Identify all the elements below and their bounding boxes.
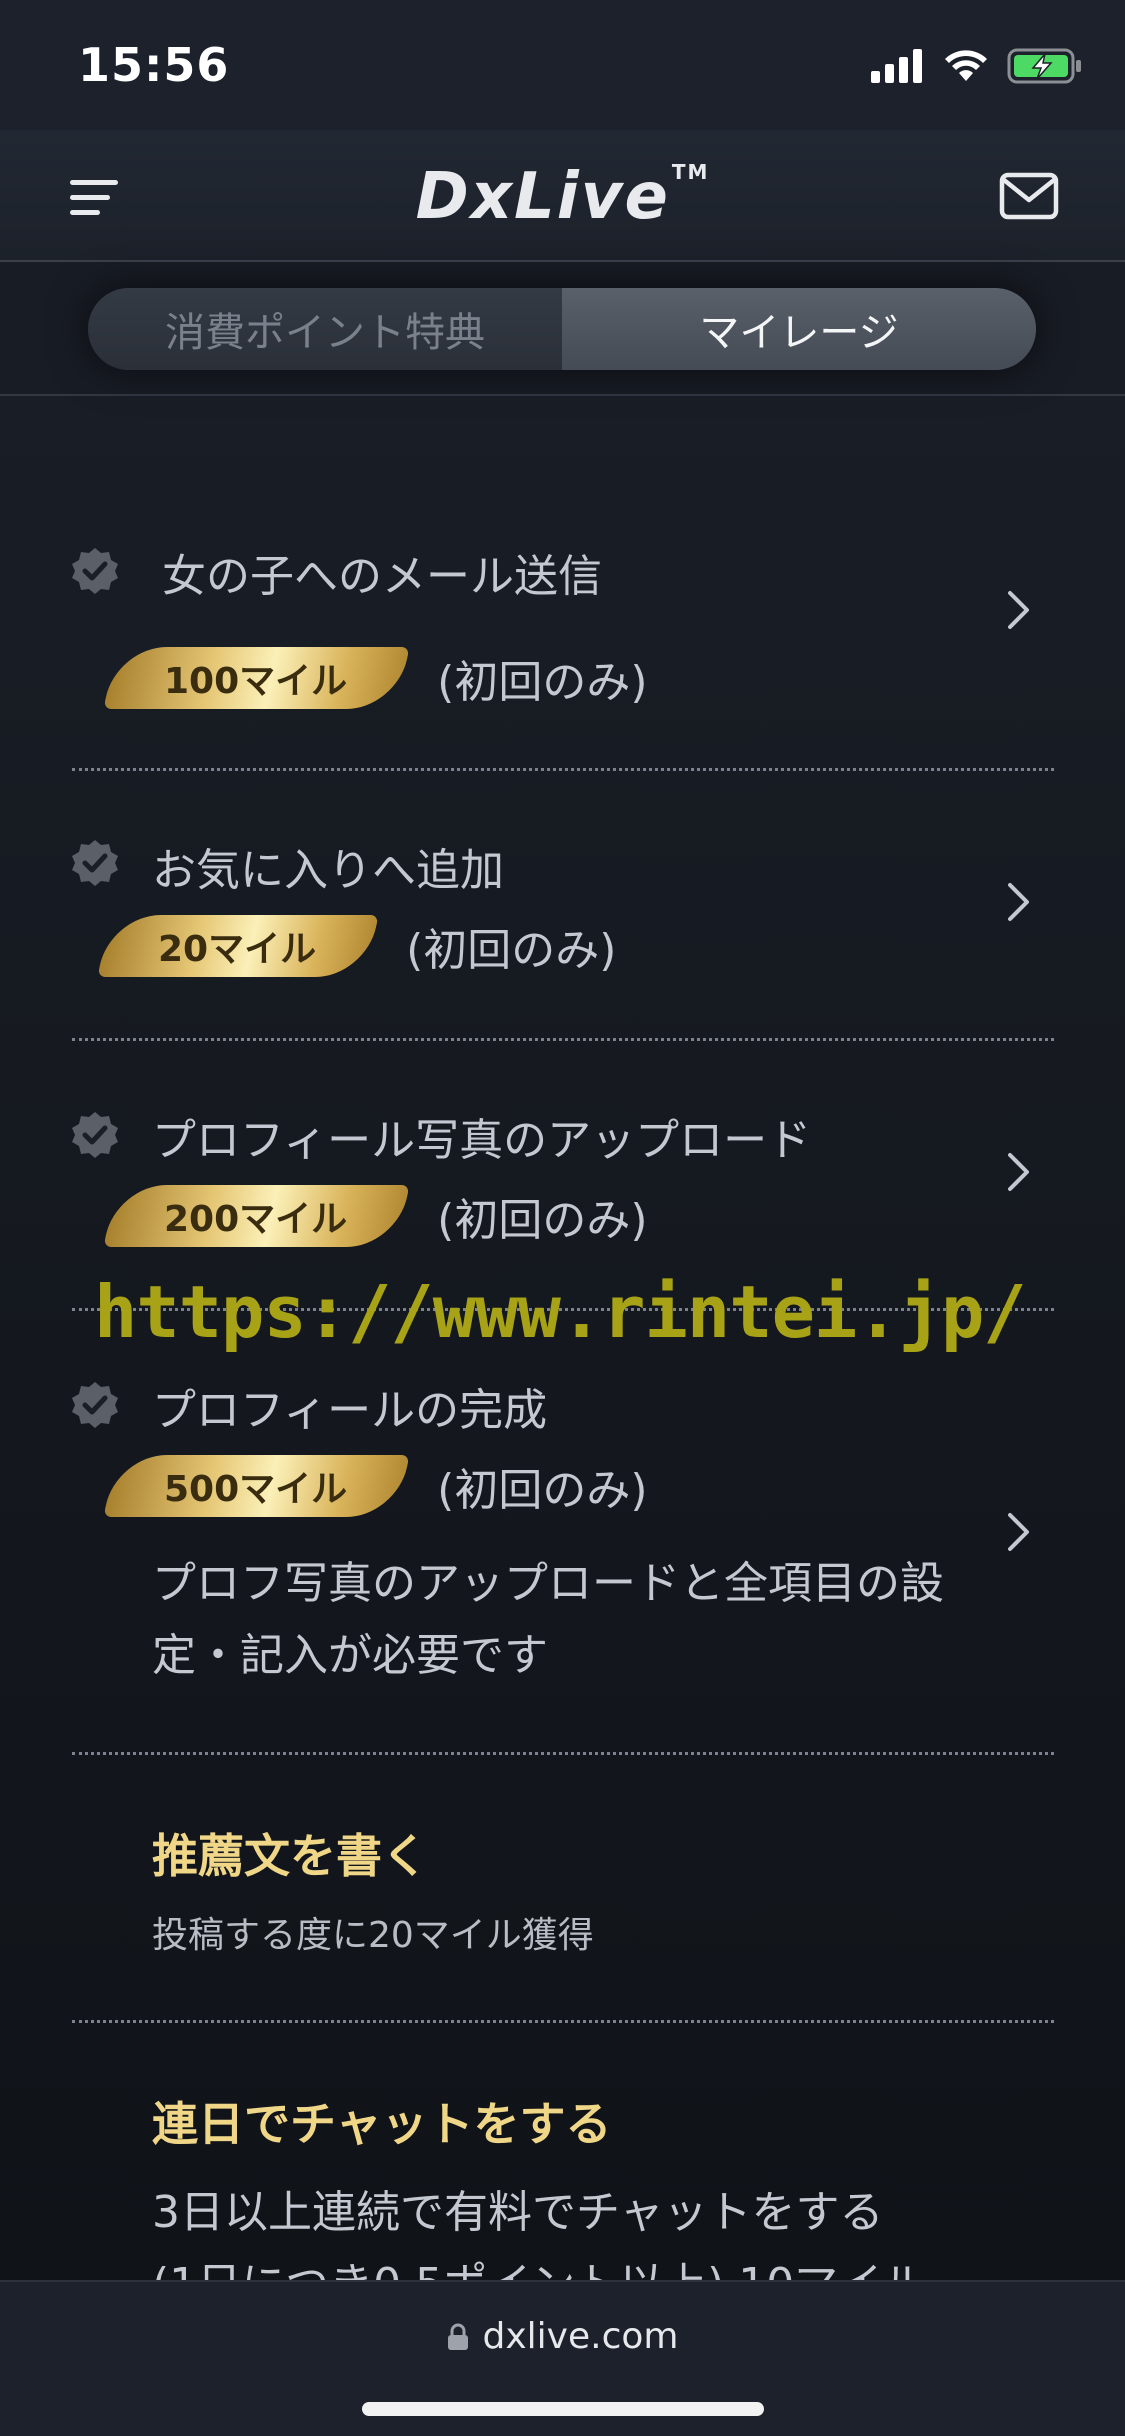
screen: 15:56 DxLive TM 消費ポイント特典 マイレージ 女の子へのメール送… bbox=[0, 0, 1125, 2436]
battery-charging-icon bbox=[1007, 48, 1081, 84]
chevron-right-icon bbox=[1008, 1153, 1029, 1191]
logo-trademark: TM bbox=[671, 160, 710, 184]
badge-note: (初回のみ) bbox=[406, 925, 617, 976]
chevron-right-icon bbox=[1008, 591, 1029, 629]
mileage-badge: 20マイル bbox=[97, 915, 379, 977]
home-indicator[interactable] bbox=[362, 2402, 764, 2416]
logo-text: DxLive bbox=[415, 160, 670, 234]
list-item-favorite[interactable]: お気に入りへ追加 20マイル (初回のみ) bbox=[70, 838, 1055, 988]
list-item-photo-upload[interactable]: プロフィール写真のアップロード 200マイル (初回のみ) bbox=[70, 1110, 1055, 1260]
browser-bar: dxlive.com bbox=[0, 2280, 1125, 2436]
check-badge-icon bbox=[72, 1112, 118, 1158]
divider bbox=[72, 768, 1054, 771]
tabs-container: 消費ポイント特典 マイレージ bbox=[0, 262, 1125, 396]
mail-icon[interactable] bbox=[999, 172, 1059, 220]
url-text: dxlive.com bbox=[482, 2316, 679, 2357]
badge-note: (初回のみ) bbox=[437, 1195, 648, 1246]
mileage-badge-row: 20マイル (初回のみ) bbox=[97, 914, 617, 978]
mileage-badge-row: 200マイル (初回のみ) bbox=[103, 1184, 648, 1248]
consecutive-title: 連日でチャットをする bbox=[152, 2097, 612, 2151]
mileage-badge: 100マイル bbox=[103, 647, 410, 709]
item-title: 女の子へのメール送信 bbox=[162, 551, 602, 602]
consecutive-line-1: 3日以上連続で有料でチャットをする bbox=[152, 2187, 884, 2238]
tab-mileage[interactable]: マイレージ bbox=[562, 288, 1036, 370]
watermark-text: https://www.rintei.jp/ bbox=[94, 1270, 1027, 1354]
check-badge-icon bbox=[72, 1382, 118, 1428]
url-bar[interactable]: dxlive.com bbox=[0, 2316, 1125, 2357]
divider bbox=[72, 2020, 1054, 2023]
badge-note: (初回のみ) bbox=[437, 1465, 648, 1516]
item-description: プロフ写真のアップロードと全項目の設定・記入が必要です bbox=[152, 1558, 944, 1681]
chevron-right-icon bbox=[1008, 883, 1029, 921]
list-item-consecutive-chat[interactable]: 連日でチャットをする 3日以上連続で有料でチャットをする (1日につき0.5ポイ… bbox=[70, 2088, 1055, 2310]
dxlive-logo[interactable]: DxLive TM bbox=[0, 160, 1125, 234]
mileage-badge-row: 500マイル (初回のみ) bbox=[103, 1454, 648, 1518]
recommend-subtitle: 投稿する度に20マイル獲得 bbox=[152, 1915, 594, 1956]
recommend-title: 推薦文を書く bbox=[152, 1829, 428, 1883]
item-title: プロフィール写真のアップロード bbox=[152, 1115, 812, 1166]
badge-note: (初回のみ) bbox=[437, 657, 648, 708]
divider bbox=[72, 1752, 1054, 1755]
lock-icon bbox=[447, 2323, 468, 2350]
signal-icon bbox=[871, 49, 922, 83]
item-title: プロフィールの完成 bbox=[152, 1385, 548, 1436]
segmented-tabs: 消費ポイント特典 マイレージ bbox=[88, 288, 1036, 370]
divider bbox=[72, 1038, 1054, 1041]
list-item-recommend[interactable]: 推薦文を書く 投稿する度に20マイル獲得 bbox=[70, 1820, 1055, 1960]
app-header: DxLive TM bbox=[0, 130, 1125, 262]
status-bar: 15:56 bbox=[0, 0, 1125, 130]
wifi-icon bbox=[945, 50, 987, 81]
status-icons bbox=[871, 48, 1083, 84]
chevron-right-icon bbox=[1008, 1513, 1029, 1551]
mileage-badge-row: 100マイル (初回のみ) bbox=[103, 646, 648, 710]
mileage-badge: 500マイル bbox=[103, 1455, 410, 1517]
item-title: お気に入りへ追加 bbox=[152, 845, 504, 896]
list-item-mail[interactable]: 女の子へのメール送信 100マイル (初回のみ) bbox=[70, 546, 1055, 716]
status-time: 15:56 bbox=[78, 38, 230, 92]
tab-consumption-points[interactable]: 消費ポイント特典 bbox=[88, 288, 562, 370]
list-item-profile-complete[interactable]: プロフィールの完成 500マイル (初回のみ) プロフ写真のアップロードと全項目… bbox=[70, 1380, 1055, 1681]
check-badge-icon bbox=[72, 548, 118, 594]
mileage-badge: 200マイル bbox=[103, 1185, 410, 1247]
check-badge-icon bbox=[72, 840, 118, 886]
